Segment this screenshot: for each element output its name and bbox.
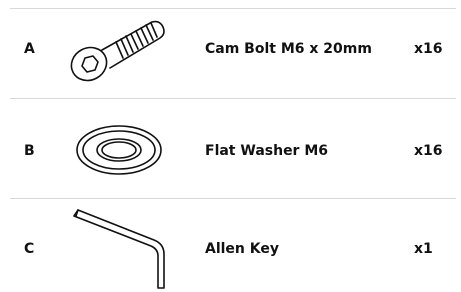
part-letter: C bbox=[24, 241, 35, 257]
part-quantity: x1 bbox=[414, 241, 433, 257]
part-quantity: x16 bbox=[414, 41, 443, 57]
flat-washer-icon bbox=[76, 125, 162, 175]
parts-list: A Cam Bolt M6 x 20mm x16 B Flat Washer M… bbox=[0, 0, 461, 292]
part-quantity: x16 bbox=[414, 143, 443, 159]
cam-bolt-icon bbox=[70, 20, 165, 82]
part-row-a: A Cam Bolt M6 x 20mm x16 bbox=[0, 8, 461, 98]
part-row-c: C Allen Key x1 bbox=[0, 198, 461, 292]
part-letter: B bbox=[24, 143, 35, 159]
part-name: Cam Bolt M6 x 20mm bbox=[205, 41, 372, 57]
part-row-b: B Flat Washer M6 x16 bbox=[0, 98, 461, 198]
allen-key-icon bbox=[73, 209, 165, 289]
part-name: Flat Washer M6 bbox=[205, 143, 329, 159]
part-letter: A bbox=[24, 41, 35, 57]
part-name: Allen Key bbox=[205, 241, 279, 257]
